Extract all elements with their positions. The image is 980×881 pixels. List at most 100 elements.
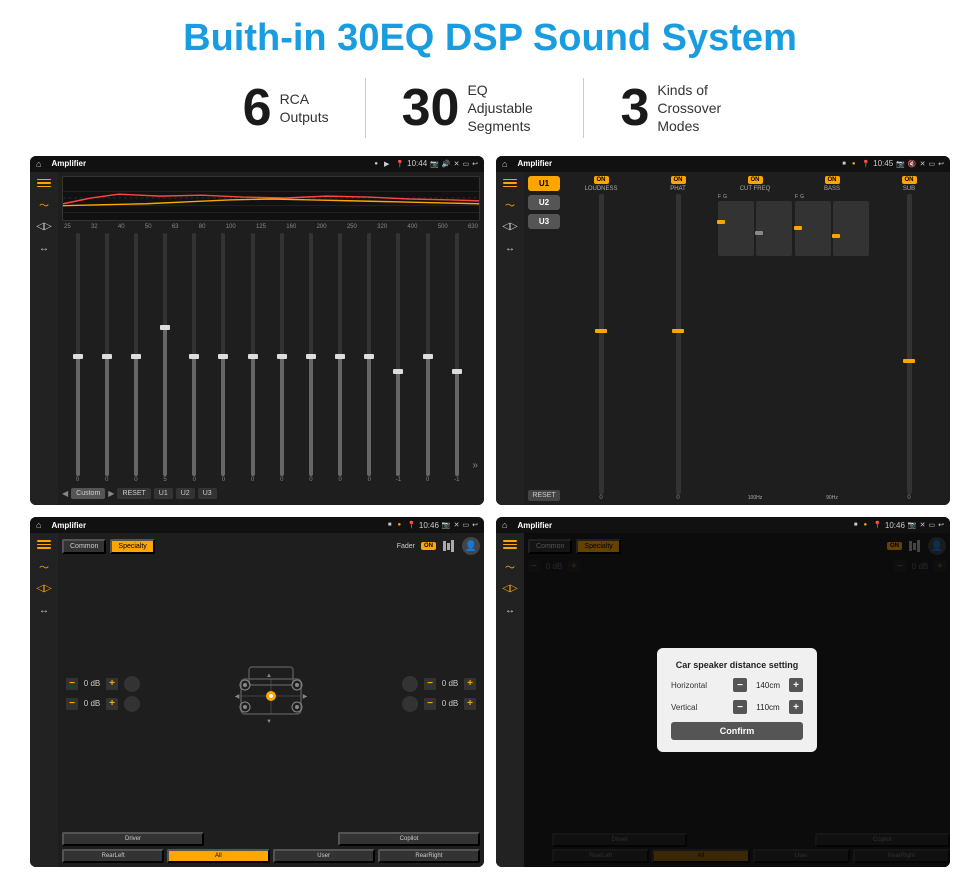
eq-sidebar-vol-icon[interactable]: ◁▷ [35,220,53,234]
eq-slider-5[interactable]: 0 [210,233,237,484]
distance-sidebar-speaker-icon[interactable]: ↔ [501,603,519,617]
all-btn[interactable]: All [167,849,269,863]
channel-bass: ON BASS F G [795,176,869,502]
crossover-home-icon[interactable]: ⌂ [502,159,507,169]
db-plus-0[interactable]: + [106,678,118,690]
eq-slider-1[interactable]: 0 [93,233,120,484]
phat-on-btn[interactable]: ON [671,176,686,184]
sub-on-btn[interactable]: ON [902,176,917,184]
copilot-btn[interactable]: Copilot [338,832,480,846]
eq-slider-0[interactable]: 0 [64,233,91,484]
eq-slider-13[interactable]: -1 [443,233,470,484]
eq-u2-btn[interactable]: U2 [176,488,195,499]
crossover-back-icon[interactable]: ↩ [938,160,944,168]
fader-camera-icon: 📷 [442,521,451,529]
fader-sidebar-wave-icon[interactable]: 〜 [35,559,53,573]
eq-sidebar-eq-icon[interactable] [35,176,53,190]
fader-main-panel: Common Specialty Fader ON 👤 [58,533,484,867]
fader-home-icon[interactable]: ⌂ [36,520,41,530]
fader-specialty-tab[interactable]: Specialty [110,539,154,554]
eq-more-icon[interactable]: » [472,460,478,483]
horizontal-minus-btn[interactable]: − [733,678,747,692]
eq-slider-9[interactable]: 0 [327,233,354,484]
db-minus-1[interactable]: − [66,698,78,710]
fader-top-bar: Common Specialty Fader ON 👤 [62,537,480,555]
distance-status-icons: 📍 10:46 📷 ✕ ▭ ↩ [873,521,944,530]
db-minus-0[interactable]: − [66,678,78,690]
rearleft-btn[interactable]: RearLeft [62,849,164,863]
crossover-unit-list: U1 U2 U3 RESET [528,176,560,502]
stats-row: 6 RCAOutputs 30 EQ AdjustableSegments 3 … [30,78,950,138]
db-plus-1[interactable]: + [106,698,118,710]
horizontal-plus-btn[interactable]: + [789,678,803,692]
crossover-sidebar-wave-icon[interactable]: 〜 [501,198,519,212]
eq-next-icon[interactable]: ▶ [108,489,114,498]
home-icon[interactable]: ⌂ [36,159,41,169]
eq-slider-2[interactable]: 0 [122,233,149,484]
loudness-on-btn[interactable]: ON [594,176,609,184]
eq-app-name: Amplifier [51,159,368,168]
rearright-btn[interactable]: RearRight [378,849,480,863]
phat-slider[interactable]: 0 [641,194,715,502]
user-btn[interactable]: User [273,849,375,863]
eq-slider-8[interactable]: 0 [297,233,324,484]
db-minus-3[interactable]: − [424,698,436,710]
crossover-app-name: Amplifier [517,159,836,168]
eq-prev-icon[interactable]: ◀ [62,489,68,498]
db-plus-3[interactable]: + [464,698,476,710]
fader-middle: − 0 dB + − 0 dB + [62,558,480,829]
eq-play-icon: ▶ [384,160,389,168]
u3-btn[interactable]: U3 [528,214,560,229]
eq-reset-btn[interactable]: RESET [117,488,150,499]
fader-sidebar-speaker-icon[interactable]: ↔ [35,603,53,617]
eq-slider-10[interactable]: 0 [356,233,383,484]
crossover-sidebar-vol-icon[interactable]: ◁▷ [501,220,519,234]
eq-u1-btn[interactable]: U1 [154,488,173,499]
eq-sidebar-speaker-icon[interactable]: ↔ [35,242,53,256]
fader-on-badge[interactable]: ON [421,542,436,550]
fader-common-tab[interactable]: Common [62,539,106,554]
fader-sidebar-eq-icon[interactable] [35,537,53,551]
u1-btn[interactable]: U1 [528,176,560,191]
cutfreq-slider[interactable]: F G [718,194,792,502]
crossover-sidebar-speaker-icon[interactable]: ↔ [501,242,519,256]
loudness-slider[interactable]: 0 [564,194,638,502]
eq-back-icon[interactable]: ↩ [472,160,478,168]
bass-on-btn[interactable]: ON [825,176,840,184]
sub-slider[interactable]: 0 [872,194,946,502]
eq-custom-btn[interactable]: Custom [71,488,105,499]
vertical-plus-btn[interactable]: + [789,700,803,714]
fader-back-icon[interactable]: ↩ [472,521,478,529]
db-plus-2[interactable]: + [464,678,476,690]
distance-screen-content: 〜 ◁▷ ↔ Common Specialty ON [496,533,950,867]
db-minus-2[interactable]: − [424,678,436,690]
crossover-time: 10:45 [873,159,893,168]
eq-slider-6[interactable]: 0 [239,233,266,484]
eq-slider-12[interactable]: 0 [414,233,441,484]
distance-sidebar-vol-icon[interactable]: ◁▷ [501,581,519,595]
driver-btn[interactable]: Driver [62,832,204,846]
bass-slider[interactable]: F G [795,194,869,502]
crossover-sidebar-eq-icon[interactable] [501,176,519,190]
eq-u3-btn[interactable]: U3 [198,488,217,499]
distance-sidebar-wave-icon[interactable]: 〜 [501,559,519,573]
u2-btn[interactable]: U2 [528,195,560,210]
distance-back-icon[interactable]: ↩ [938,521,944,529]
eq-slider-7[interactable]: 0 [268,233,295,484]
eq-sidebar: 〜 ◁▷ ↔ [30,172,58,506]
distance-sidebar-eq-icon[interactable] [501,537,519,551]
fader-sidebar-vol-icon[interactable]: ◁▷ [35,581,53,595]
crossover-reset-btn[interactable]: RESET [528,490,560,501]
fader-profile-icon[interactable]: 👤 [462,537,480,555]
cutfreq-on-btn[interactable]: ON [748,176,763,184]
eq-slider-4[interactable]: 0 [181,233,208,484]
distance-home-icon[interactable]: ⌂ [502,520,507,530]
eq-sidebar-wave-icon[interactable]: 〜 [35,198,53,212]
vertical-minus-btn[interactable]: − [733,700,747,714]
distance-sidebar: 〜 ◁▷ ↔ [496,533,524,867]
location-icon: 📍 [395,160,404,168]
confirm-button[interactable]: Confirm [671,722,803,740]
svg-text:▶: ▶ [303,694,308,700]
eq-slider-11[interactable]: -1 [385,233,412,484]
eq-slider-3[interactable]: 5 [152,233,179,484]
